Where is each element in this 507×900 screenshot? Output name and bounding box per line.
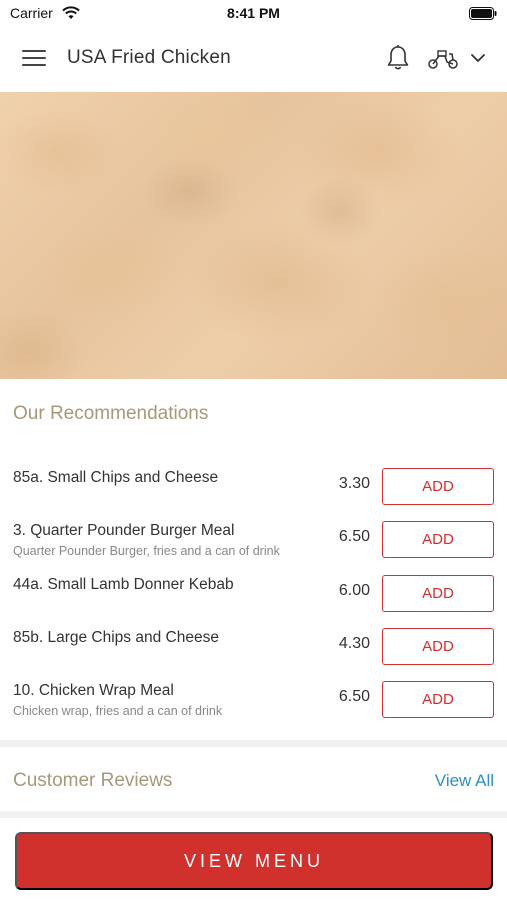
item-name: 10. Chicken Wrap Meal [13,682,174,699]
item-name: 85a. Small Chips and Cheese [13,469,219,486]
section-divider [0,740,507,747]
reviews-title: Customer Reviews [13,770,173,791]
add-button[interactable]: ADD [382,628,494,665]
menu-item: 85a. Small Chips and Cheese 3.30 ADD [0,455,507,508]
menu-item: 44a. Small Lamb Donner Kebab 6.00 ADD [0,562,507,615]
bell-icon[interactable] [385,44,411,72]
item-name: 85b. Large Chips and Cheese [13,629,219,646]
view-menu-button[interactable]: VIEW MENU [15,832,493,890]
hero-image [0,92,507,379]
item-name: 44a. Small Lamb Donner Kebab [13,576,234,593]
add-button[interactable]: ADD [382,575,494,612]
item-price: 4.30 [338,635,370,652]
add-button[interactable]: ADD [382,681,494,718]
battery-icon [469,7,497,20]
scooter-icon[interactable] [427,48,459,70]
view-all-link[interactable]: View All [435,771,494,791]
item-description: Quarter Pounder Burger, fries and a can … [13,544,280,558]
menu-item: 85b. Large Chips and Cheese 4.30 ADD [0,615,507,668]
item-name: 3. Quarter Pounder Burger Meal [13,522,235,539]
menu-item: 10. Chicken Wrap Meal Chicken wrap, frie… [0,668,507,721]
add-button[interactable]: ADD [382,521,494,558]
menu-item: 3. Quarter Pounder Burger Meal Quarter P… [0,508,507,561]
item-price: 6.50 [338,688,370,705]
recommendations-title: Our Recommendations [13,403,209,424]
clock: 8:41 PM [227,5,280,21]
section-divider [0,811,507,818]
add-button[interactable]: ADD [382,468,494,505]
item-price: 6.50 [338,528,370,545]
page-title: USA Fried Chicken [67,47,231,68]
item-price: 6.00 [338,582,370,599]
item-price: 3.30 [338,475,370,492]
menu-icon[interactable] [22,50,46,68]
item-description: Chicken wrap, fries and a can of drink [13,704,223,718]
chevron-down-icon[interactable] [470,52,486,64]
app-header: USA Fried Chicken [0,28,507,90]
bottom-bar: VIEW MENU [0,818,507,900]
status-bar: Carrier 8:41 PM [0,0,507,28]
